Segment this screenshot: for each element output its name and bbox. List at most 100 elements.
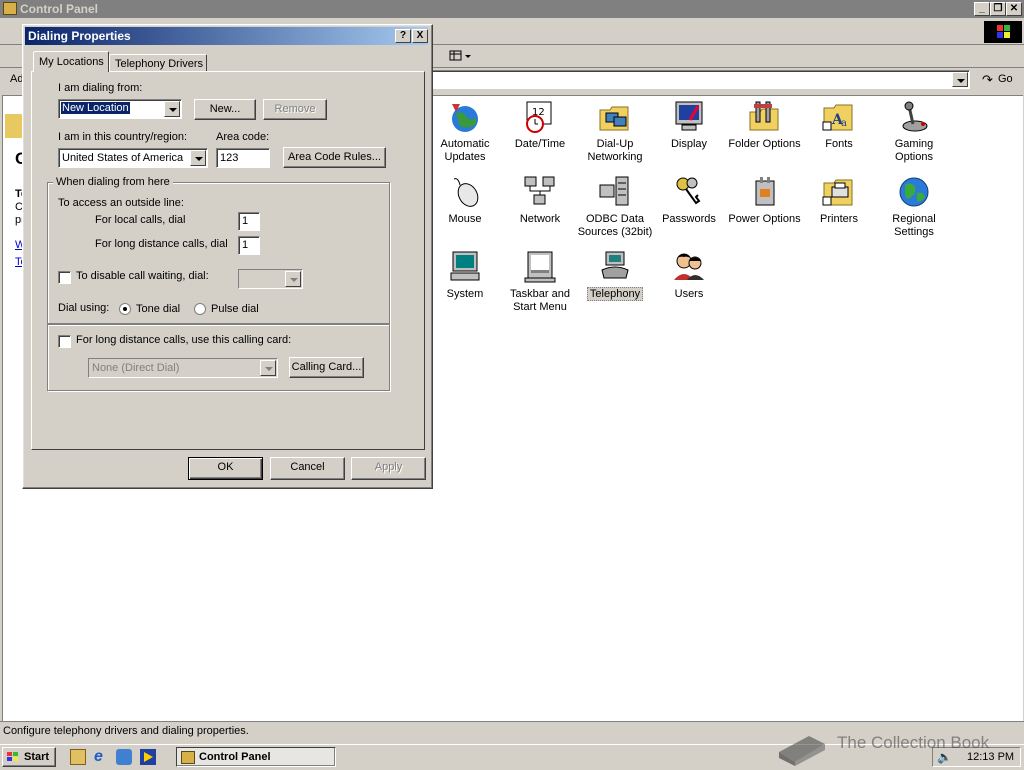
calling-card-value: None (Direct Dial) <box>92 362 180 374</box>
calling-card-dropdown-arrow[interactable] <box>260 360 276 376</box>
call-waiting-checkbox[interactable] <box>58 271 71 284</box>
calendar-clock-icon: 12 <box>523 100 557 134</box>
pulse-dial-label: Pulse dial <box>211 303 259 315</box>
area-code-value: 123 <box>220 152 239 164</box>
internet-explorer-icon[interactable]: e <box>94 748 103 766</box>
control-panel-small-icon <box>181 751 195 764</box>
call-waiting-combo[interactable] <box>238 269 303 289</box>
area-code-label: Area code: <box>216 131 270 143</box>
icon-label: Users <box>674 288 704 300</box>
remove-location-button[interactable]: Remove <box>263 99 327 120</box>
help-button[interactable]: ? <box>395 29 411 43</box>
icon-date-time[interactable]: 12 Date/Time <box>502 100 578 151</box>
icon-network[interactable]: Network <box>502 175 578 226</box>
taskbar-control-panel[interactable]: Control Panel <box>176 747 336 767</box>
call-waiting-dropdown-arrow[interactable] <box>285 271 301 287</box>
icon-system[interactable]: System <box>427 250 503 301</box>
address-dropdown-arrow[interactable] <box>952 72 968 87</box>
outside-line-label: To access an outside line: <box>58 197 184 209</box>
icon-display[interactable]: Display <box>651 100 727 151</box>
views-icon[interactable] <box>449 49 473 63</box>
windows-logo <box>984 21 1022 43</box>
new-location-button[interactable]: New... <box>194 99 256 120</box>
start-label: Start <box>24 751 50 763</box>
icon-taskbar[interactable]: Taskbar and Start Menu <box>502 250 578 314</box>
watermark-text: The Collection Book <box>837 733 990 752</box>
fonts-folder-icon: Aa <box>822 100 856 134</box>
apply-button[interactable]: Apply <box>351 457 426 480</box>
pulse-dial-radio[interactable] <box>194 303 206 315</box>
icon-label: Printers <box>820 213 858 225</box>
tone-dial-label: Tone dial <box>136 303 181 315</box>
outlook-express-icon[interactable] <box>116 749 132 765</box>
dialog-title: Dialing Properties <box>28 29 131 43</box>
calling-card-combo[interactable]: None (Direct Dial) <box>88 358 278 378</box>
area-code-rules-button[interactable]: Area Code Rules... <box>283 147 386 168</box>
windows-flag-icon <box>6 751 20 763</box>
country-value: United States of America <box>62 152 184 164</box>
icon-label: Gaming Options <box>894 138 934 163</box>
tone-dial-radio[interactable] <box>119 303 131 315</box>
icon-label: Display <box>670 138 708 150</box>
folder-options-icon <box>748 100 782 134</box>
icon-automatic-updates[interactable]: Automatic Updates <box>427 100 503 164</box>
country-dropdown-arrow[interactable] <box>190 150 206 166</box>
dialog-close-button[interactable]: X <box>412 29 428 43</box>
close-button[interactable]: ✕ <box>1006 2 1022 16</box>
main-window-title: Control Panel <box>20 2 99 16</box>
restore-button[interactable]: ❐ <box>990 2 1006 16</box>
globe-icon <box>897 175 931 209</box>
icon-gaming-options[interactable]: Gaming Options <box>876 100 952 164</box>
country-label: I am in this country/region: <box>58 131 188 143</box>
icon-folder-options[interactable]: Folder Options <box>726 100 803 151</box>
dialog-title-bar[interactable]: Dialing Properties ? X <box>25 27 428 45</box>
minimize-button[interactable]: _ <box>974 2 990 16</box>
book-icon <box>775 722 827 769</box>
icon-printers[interactable]: Printers <box>801 175 877 226</box>
dial-using-label: Dial using: <box>58 302 110 314</box>
country-combo[interactable]: United States of America <box>58 148 208 168</box>
monitor-icon <box>672 100 706 134</box>
task-label: Control Panel <box>199 751 271 763</box>
icon-label: ODBC Data Sources (32bit) <box>577 213 653 238</box>
cancel-button[interactable]: Cancel <box>270 457 345 480</box>
icon-passwords[interactable]: Passwords <box>651 175 727 226</box>
network-icon <box>523 175 557 209</box>
start-button[interactable]: Start <box>2 747 56 767</box>
local-calls-input[interactable]: 1 <box>238 212 260 231</box>
telephone-icon <box>598 250 632 284</box>
calling-card-button[interactable]: Calling Card... <box>289 357 364 378</box>
icon-fonts[interactable]: Aa Fonts <box>801 100 877 151</box>
icon-label: Telephony <box>586 287 644 301</box>
icon-users[interactable]: Users <box>651 250 727 301</box>
local-calls-label: For local calls, dial <box>95 214 186 226</box>
users-icon <box>672 250 706 284</box>
long-distance-input[interactable]: 1 <box>238 236 260 255</box>
ok-button[interactable]: OK <box>188 457 263 480</box>
icon-power-options[interactable]: Power Options <box>726 175 803 226</box>
go-arrow-icon: ↷ <box>982 72 993 87</box>
calling-card-checkbox[interactable] <box>58 335 71 348</box>
go-label: Go <box>998 73 1013 85</box>
media-player-icon[interactable] <box>140 749 156 765</box>
tab-telephony-drivers[interactable]: Telephony Drivers <box>109 54 207 71</box>
icon-label: System <box>446 288 484 300</box>
area-code-input[interactable]: 123 <box>216 148 270 168</box>
mouse-icon <box>448 175 482 209</box>
icon-odbc[interactable]: ODBC Data Sources (32bit) <box>577 175 653 239</box>
icon-mouse[interactable]: Mouse <box>427 175 503 226</box>
main-title-bar[interactable]: Control Panel _ ❐ ✕ <box>0 0 1024 18</box>
location-combo[interactable]: New Location <box>58 99 182 119</box>
location-dropdown-arrow[interactable] <box>164 101 180 117</box>
icon-dial-up-networking[interactable]: Dial-Up Networking <box>577 100 653 164</box>
dialup-folder-icon <box>598 100 632 134</box>
tab-panel: I am dialing from: New Location New... R… <box>31 71 425 450</box>
show-desktop-icon[interactable] <box>70 749 86 765</box>
address-input[interactable] <box>430 70 970 89</box>
status-text: Configure telephony drivers and dialing … <box>3 725 249 737</box>
tab-my-locations[interactable]: My Locations <box>33 51 109 72</box>
printer-folder-icon <box>822 175 856 209</box>
icon-telephony[interactable]: Telephony <box>577 250 653 301</box>
icon-regional-settings[interactable]: Regional Settings <box>876 175 952 239</box>
go-button[interactable]: ↷ Go <box>980 71 1020 89</box>
